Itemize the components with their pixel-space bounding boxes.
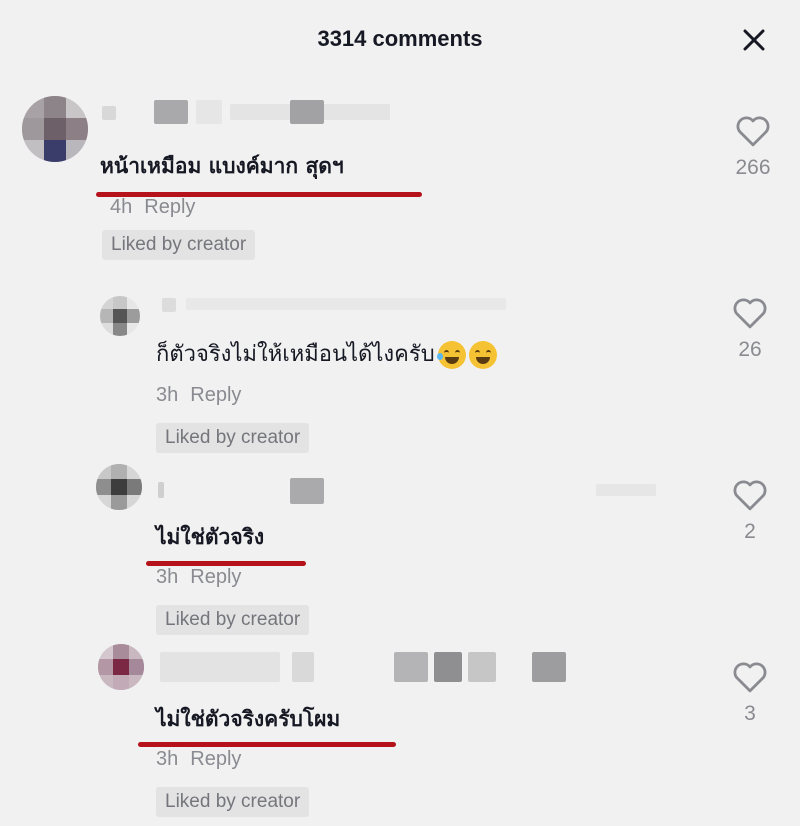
comment-meta: 3h Reply [156,748,241,771]
like-column: 266 [718,114,788,180]
username-redacted[interactable] [156,478,656,504]
username-redacted[interactable] [156,290,536,314]
username-redacted[interactable] [100,100,390,124]
liked-by-creator-badge: Liked by creator [102,230,256,260]
heart-icon[interactable] [731,478,769,512]
highlight-underline [138,742,396,747]
comment-text: ก็ตัวจริงไม่ให้เหมือนได้ไงครับ [156,336,497,371]
liked-by-creator-badge: Liked by creator [156,605,310,635]
reply-button[interactable]: Reply [190,748,241,770]
comment-meta: 4h Reply [110,196,195,219]
reply-button[interactable]: Reply [144,196,195,218]
avatar[interactable] [98,644,144,690]
like-count: 3 [744,702,756,725]
comment-text: ไม่ใช่ตัวจริงครับโผม [156,707,341,731]
comment-time: 3h [156,748,179,770]
like-count: 26 [738,338,762,361]
avatar[interactable] [96,464,142,510]
comment-text: หน้าเหมือม แบงค์มาก สุดฯ [100,154,344,178]
avatar[interactable] [100,296,140,336]
comment-time: 3h [156,566,179,588]
like-column: 26 [715,296,785,362]
close-icon[interactable] [740,26,768,54]
heart-icon[interactable] [734,114,772,148]
comments-count-title: 3314 comments [317,26,483,51]
sweat-smile-emoji-icon [468,341,497,369]
like-column: 2 [715,478,785,544]
comment-time: 4h [110,196,133,218]
like-count: 266 [735,156,771,179]
reply-button[interactable]: Reply [190,384,241,406]
liked-by-creator-badge: Liked by creator [156,787,310,817]
username-redacted[interactable] [156,650,576,682]
laughing-emoji-icon [436,341,466,369]
comment-meta: 3h Reply [156,566,241,589]
comment-text: ไม่ใช่ตัวจริง [156,525,265,549]
like-column: 3 [715,660,785,726]
reply-button[interactable]: Reply [190,566,241,588]
heart-icon[interactable] [731,296,769,330]
like-count: 2 [744,520,756,543]
liked-by-creator-badge: Liked by creator [156,423,310,453]
comment-meta: 3h Reply [156,384,241,407]
avatar[interactable] [22,96,88,162]
heart-icon[interactable] [731,660,769,694]
comment-text-content: ก็ตัวจริงไม่ให้เหมือนได้ไงครับ [156,342,435,367]
comment-time: 3h [156,384,179,406]
